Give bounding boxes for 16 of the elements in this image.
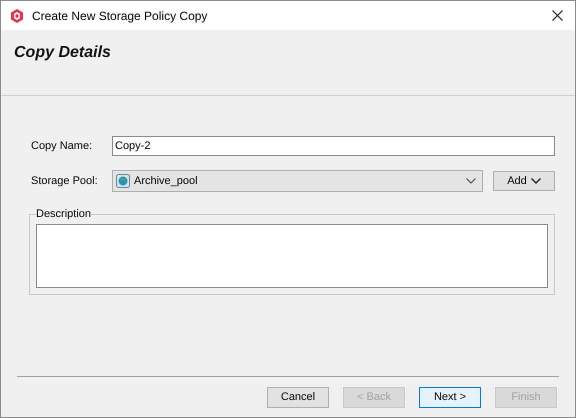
wizard-button[interactable]: Cancel — [267, 386, 329, 408]
description-field[interactable] — [36, 224, 548, 288]
field-label: Storage Pool: — [31, 175, 99, 187]
chevron-down-icon — [530, 178, 541, 184]
app-logo-icon — [10, 8, 24, 22]
close-icon[interactable] — [552, 10, 563, 21]
add-button[interactable]: Add — [493, 171, 555, 191]
group-label: Description — [36, 208, 92, 220]
wizard-button[interactable]: Next > — [419, 386, 481, 408]
storage-globe-icon — [116, 174, 130, 188]
input-field[interactable]: Copy-2 — [112, 136, 555, 156]
dropdown[interactable]: Archive_pool — [112, 170, 483, 192]
field-label: Copy Name: — [31, 140, 94, 152]
window-title: Create New Storage Policy Copy — [32, 8, 208, 22]
chevron-down-icon — [466, 178, 476, 184]
page-heading: Copy Details — [14, 44, 111, 61]
